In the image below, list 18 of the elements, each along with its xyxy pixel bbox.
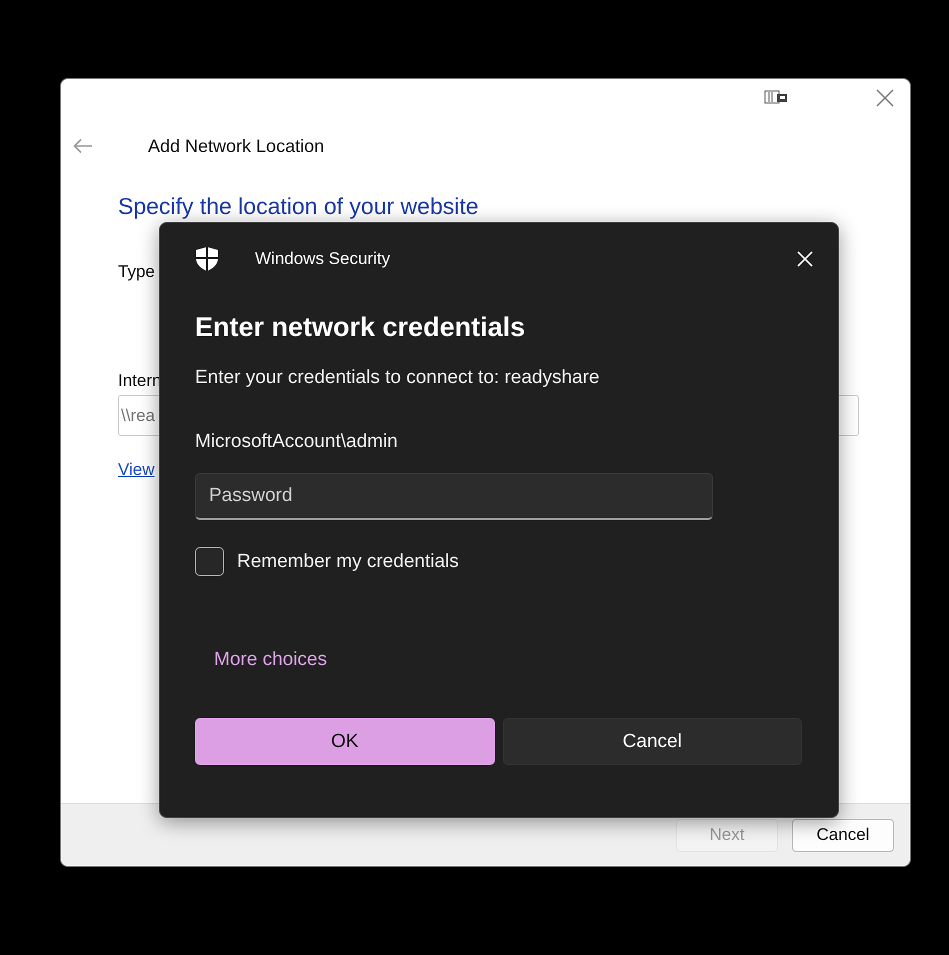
user-name: MicrosoftAccount\admin — [195, 431, 399, 453]
window-title: Add Network Location — [148, 136, 324, 156]
view-link[interactable]: View — [118, 460, 155, 480]
app-title: Windows Security — [255, 249, 392, 269]
back-arrow-icon[interactable] — [73, 138, 93, 154]
checkbox-label: Remember my credentials — [237, 550, 459, 572]
remember-checkbox[interactable] — [195, 547, 224, 576]
cancel-button[interactable]: Cancel — [502, 718, 802, 765]
network-drive-icon — [764, 90, 788, 106]
dialog-title: Enter network credentials — [195, 312, 526, 343]
shield-icon — [195, 246, 219, 272]
page-heading: Specify the location of your website — [118, 193, 479, 220]
more-choices-link[interactable]: More choices — [214, 649, 327, 671]
connection-message: Enter your credentials to connect to: readyshare — [195, 367, 601, 389]
password-field[interactable]: Password — [195, 473, 713, 520]
ok-button[interactable]: OK — [195, 718, 494, 765]
instruction-text: Type — [118, 262, 155, 282]
cancel-button[interactable]: Cancel — [792, 818, 894, 852]
